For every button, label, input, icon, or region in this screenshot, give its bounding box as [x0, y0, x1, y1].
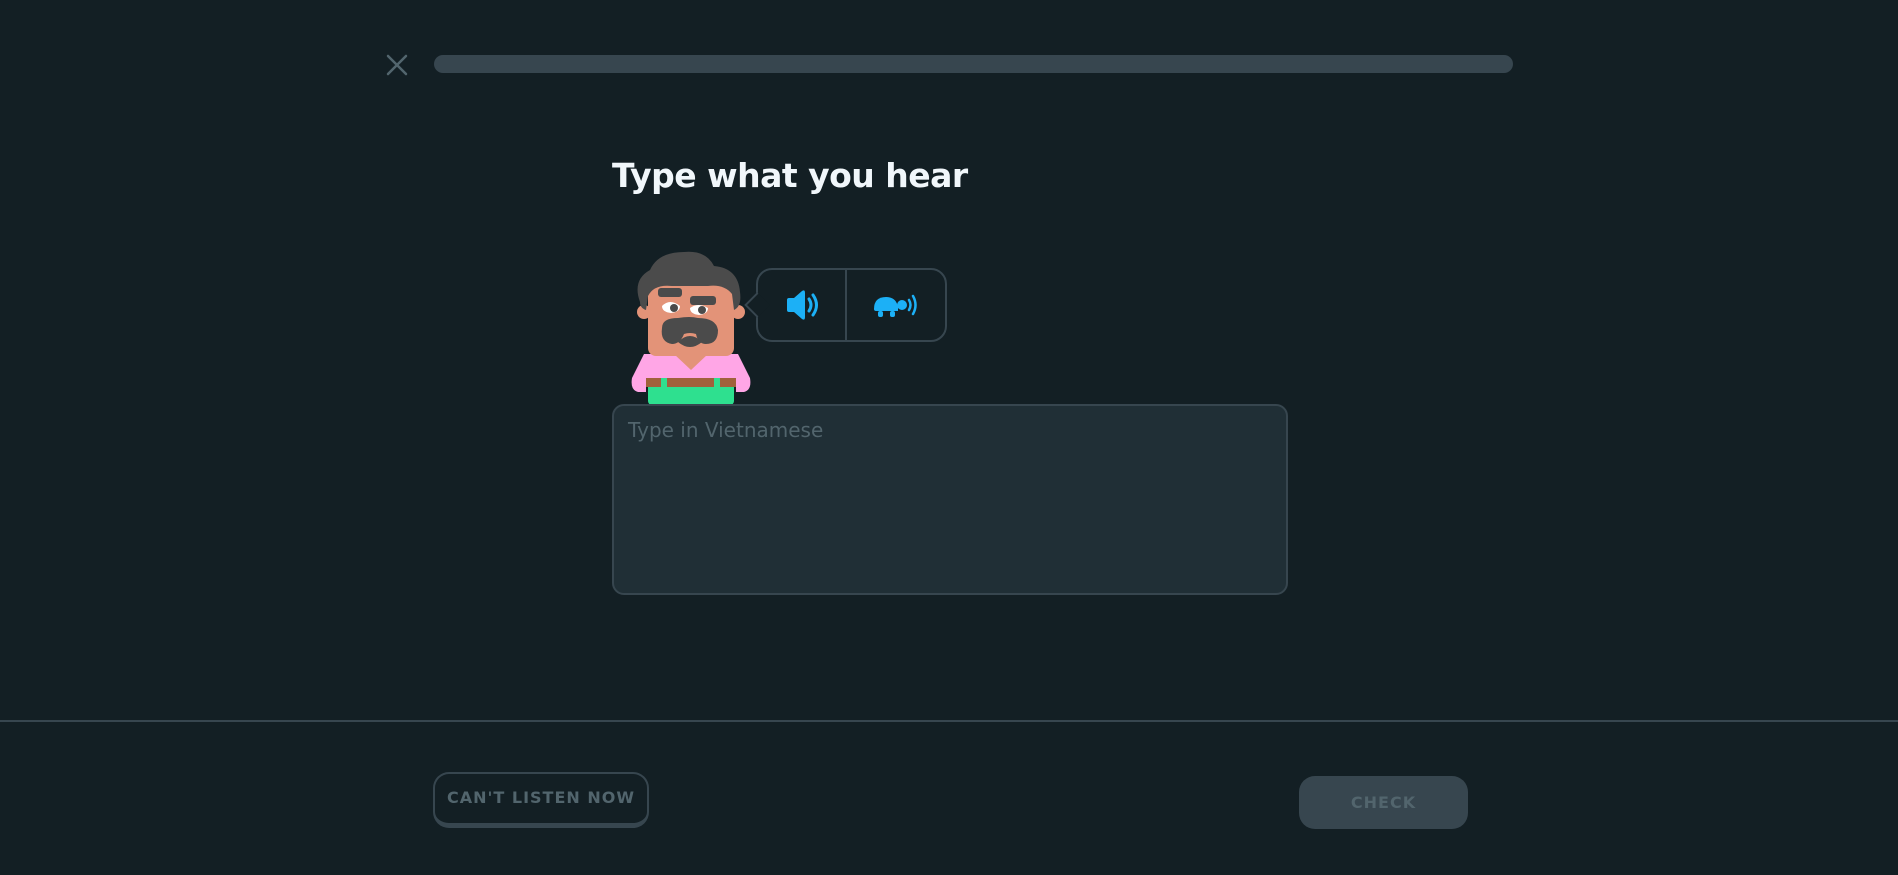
mustached-man-character [631, 251, 751, 405]
play-audio-button[interactable] [758, 270, 847, 340]
challenge-title: Type what you hear [612, 156, 968, 195]
answer-input[interactable] [612, 404, 1288, 595]
speaker-icon [786, 290, 818, 320]
footer-divider [0, 720, 1898, 722]
check-button[interactable]: CHECK [1299, 776, 1468, 829]
turtle-speaker-icon [874, 294, 917, 317]
lesson-progress-bar [434, 55, 1513, 73]
play-slow-audio-button[interactable] [847, 270, 945, 340]
close-button[interactable] [382, 50, 412, 80]
lesson-page: Type what you hear Type in Vietnamese CA… [0, 0, 1898, 875]
audio-speech-bubble [756, 268, 947, 342]
close-icon [386, 54, 408, 76]
cant-listen-now-button[interactable]: CAN'T LISTEN NOW [433, 772, 649, 828]
